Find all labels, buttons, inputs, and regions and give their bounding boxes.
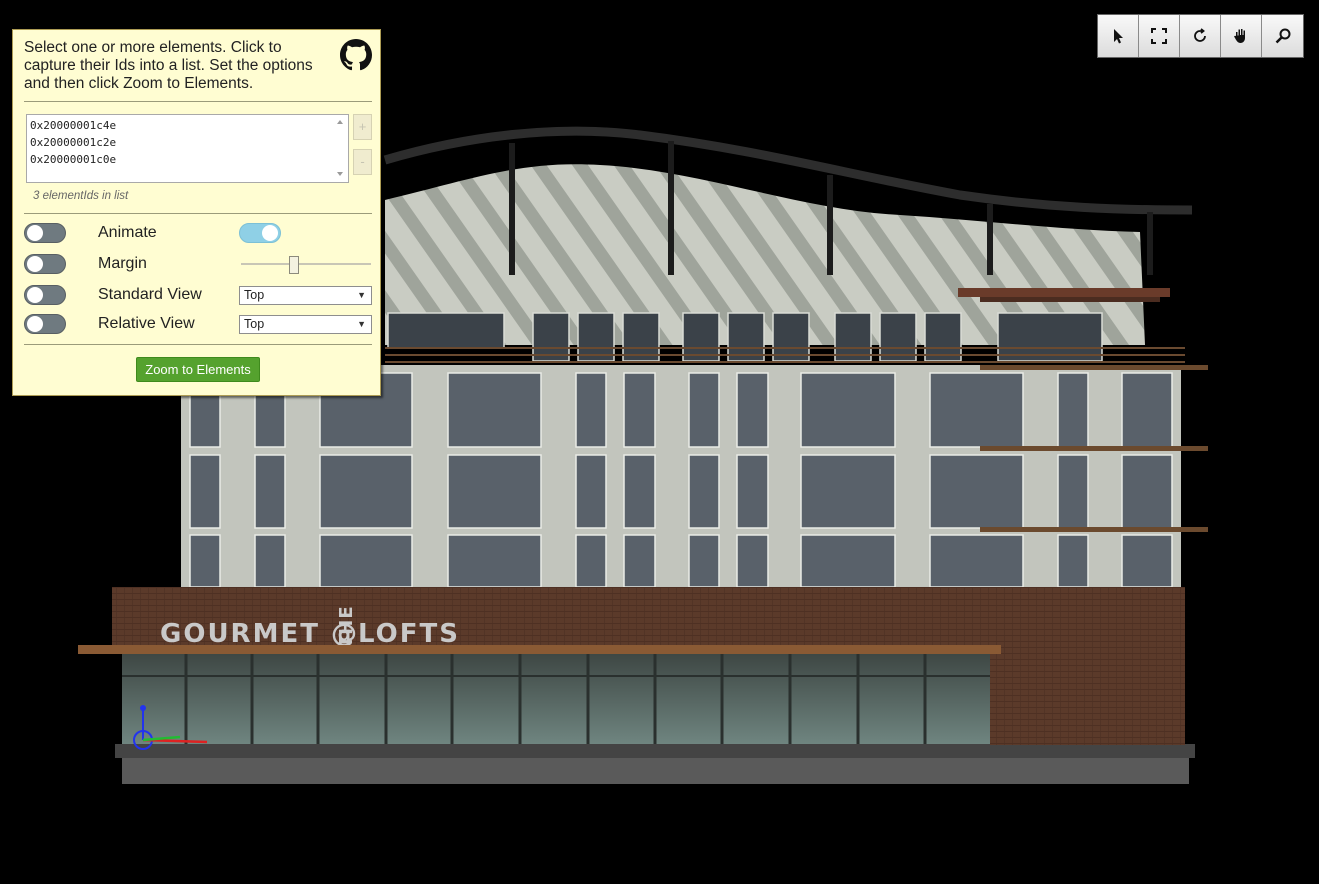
scroll-down-icon[interactable] (337, 172, 343, 176)
plinth[interactable] (115, 744, 1195, 758)
fit-view-button[interactable] (1139, 15, 1180, 57)
divider (24, 213, 372, 214)
add-element-button[interactable]: + (353, 114, 372, 140)
standard-view-selected: Top (244, 288, 265, 302)
element-id-list[interactable]: 0x20000001c4e 0x20000001c2e 0x20000001c0… (26, 114, 349, 183)
animate-value-toggle[interactable] (239, 223, 281, 243)
relative-view-select[interactable]: Top ▼ (239, 315, 372, 334)
brick-corner[interactable] (990, 647, 1185, 745)
select-tool-button[interactable] (1098, 15, 1139, 57)
animate-label: Animate (98, 224, 157, 241)
sign-text-vertical: THE (336, 605, 357, 648)
zoom-tool-button[interactable] (1262, 15, 1303, 57)
element-count-text: 3 elementIds in list (33, 190, 129, 202)
list-scrollbar[interactable] (332, 115, 348, 182)
remove-element-button[interactable]: - (353, 149, 372, 175)
chevron-down-icon: ▼ (357, 319, 366, 329)
scroll-up-icon[interactable] (337, 120, 343, 124)
sign-text-right: LOFTS (358, 619, 460, 649)
pan-hand-icon (1234, 29, 1245, 43)
viewer-toolbar (1097, 14, 1304, 58)
margin-slider-thumb[interactable] (289, 256, 299, 274)
zoom-to-elements-panel: Select one or more elements. Click to ca… (12, 29, 381, 396)
margin-label: Margin (98, 255, 147, 272)
margin-enable-toggle[interactable] (24, 254, 66, 274)
pan-tool-button[interactable] (1221, 15, 1262, 57)
zoom-magnifier-icon (1275, 28, 1290, 44)
divider (24, 344, 372, 345)
element-id-item[interactable]: 0x20000001c4e (30, 117, 348, 134)
github-icon[interactable] (340, 39, 372, 71)
animate-enable-toggle[interactable] (24, 223, 66, 243)
standard-view-label: Standard View (98, 286, 202, 303)
chevron-down-icon: ▼ (357, 290, 366, 300)
standard-view-select[interactable]: Top ▼ (239, 286, 372, 305)
rotate-tool-button[interactable] (1180, 15, 1221, 57)
relative-view-label: Relative View (98, 315, 195, 332)
sign-text-left: GOURMET @ (160, 619, 359, 649)
relative-view-selected: Top (244, 317, 265, 331)
zoom-to-elements-button[interactable]: Zoom to Elements (136, 357, 260, 382)
margin-slider[interactable] (241, 256, 371, 278)
fit-view-icon (1151, 28, 1167, 44)
relative-view-enable-toggle[interactable] (24, 314, 66, 334)
element-id-item[interactable]: 0x20000001c2e (30, 134, 348, 151)
select-arrow-icon (1114, 29, 1123, 44)
element-id-item[interactable]: 0x20000001c0e (30, 151, 348, 168)
awning[interactable] (78, 645, 1001, 654)
standard-view-enable-toggle[interactable] (24, 285, 66, 305)
divider (24, 101, 372, 102)
pergola[interactable] (958, 288, 1170, 302)
ground-slab[interactable] (122, 757, 1189, 784)
instructions-text: Select one or more elements. Click to ca… (24, 39, 313, 92)
rotate-icon (1194, 28, 1206, 42)
